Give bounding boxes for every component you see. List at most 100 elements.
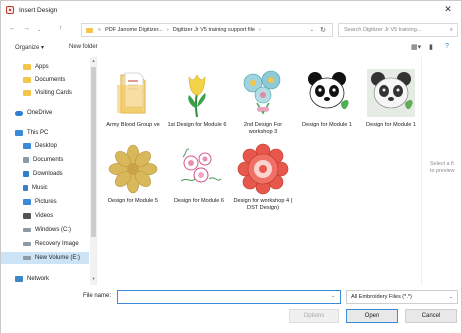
file-type-select[interactable]: All Embroidery Files (*.*) ⌄ [346, 290, 458, 304]
new-folder-button[interactable]: New folder [69, 44, 98, 50]
nav-item-label: Documents [33, 157, 64, 163]
folder-icon [86, 27, 93, 33]
file-item[interactable]: 1st Design for Module 6 [167, 67, 227, 129]
breadcrumb-item[interactable]: Digitizer Jr V5 training support file [173, 27, 255, 33]
address-dropdown-icon[interactable]: ⌄ [310, 27, 314, 33]
nav-item-this-pc[interactable]: This PC [1, 127, 89, 139]
file-type-value: All Embroidery Files (*.*) [351, 294, 412, 300]
nav-item-label: Downloads [33, 171, 63, 177]
nav-item-label: Apps [35, 64, 49, 70]
panda-design-icon [365, 67, 417, 119]
nav-item-label: Visiting Cards [35, 90, 72, 96]
preview-hint-line: Select a fi [430, 161, 454, 167]
nav-item-onedrive[interactable]: OneDrive [1, 107, 89, 119]
file-item[interactable]: Design for Module 6 [169, 143, 229, 205]
nav-scrollbar-thumb[interactable] [91, 67, 96, 237]
nav-item-recovery-image[interactable]: Recovery Image [1, 238, 89, 250]
search-icon: ⌕ [449, 26, 453, 33]
gold-flower-design-icon [107, 143, 159, 195]
scroll-up-icon[interactable]: ▲ [90, 58, 96, 66]
tulip-design-icon [171, 67, 223, 119]
file-name-input[interactable] [117, 290, 341, 304]
nav-item-visiting-cards[interactable]: Visiting Cards [1, 87, 89, 99]
close-button[interactable]: ✕ [437, 2, 459, 17]
nav-item-documents-pc[interactable]: Documents [1, 154, 89, 166]
nav-item-new-volume-e[interactable]: New Volume (E:) [1, 252, 89, 264]
file-item[interactable]: 2nd Design For workshop 3 [233, 67, 293, 136]
flower-bouquet-design-icon [237, 67, 289, 119]
up-arrow-icon[interactable]: ↑ [59, 25, 63, 32]
file-item[interactable]: Army Blood Group ve [103, 67, 163, 129]
nav-item-desktop[interactable]: Desktop [1, 140, 89, 152]
app-icon [6, 6, 14, 14]
folder-icon [23, 77, 31, 83]
help-icon[interactable]: ? [445, 43, 449, 50]
nav-item-pictures[interactable]: Pictures [1, 196, 89, 208]
title-bar: Insert Design ✕ [1, 1, 461, 19]
file-name: 2nd Design For workshop 3 [243, 122, 283, 135]
breadcrumb-overflow[interactable]: « [98, 27, 101, 33]
view-options-icon[interactable]: ▦▾ [411, 43, 421, 51]
breadcrumb-separator: › [258, 27, 261, 33]
videos-icon [23, 213, 31, 219]
search-placeholder: Search Digitizer Jr V5 training... [344, 27, 422, 33]
drive-icon [23, 256, 31, 260]
nav-item-windows-c[interactable]: Windows (C:) [1, 224, 89, 236]
file-name: Design for Module 1 [301, 122, 353, 128]
pictures-icon [23, 199, 31, 205]
panda-design-icon [301, 67, 353, 119]
cancel-button[interactable]: Cancel [405, 309, 457, 323]
file-item[interactable]: Design for Module 1 [361, 67, 421, 129]
file-name: Design for Module 6 [173, 198, 225, 204]
address-bar[interactable]: « PDF Janome Digitizer... › Digitizer Jr… [81, 23, 333, 37]
red-mandala-design-icon [237, 143, 289, 195]
refresh-icon[interactable]: ↻ [320, 26, 326, 34]
pc-icon [15, 130, 23, 136]
organize-button[interactable]: Organize ▾ [15, 44, 44, 51]
desktop-icon [23, 143, 31, 149]
file-item[interactable]: Design for Module 5 [103, 143, 163, 205]
folder-icon [23, 90, 31, 96]
download-icon [23, 171, 29, 177]
scroll-down-icon[interactable]: ▼ [90, 276, 96, 284]
nav-item-label: This PC [27, 130, 49, 136]
nav-item-label: New Volume (E:) [35, 255, 81, 261]
preview-pane-icon[interactable]: ▮ [429, 43, 433, 51]
nav-item-videos[interactable]: Videos [1, 210, 89, 222]
back-arrow-icon[interactable]: ← [9, 25, 16, 32]
nav-item-label: Network [27, 276, 50, 282]
nav-item-apps[interactable]: Apps [1, 61, 89, 73]
open-button[interactable]: Open [346, 309, 398, 323]
toolbar: Organize ▾ New folder ▦▾ ▮ ? [1, 41, 461, 56]
drive-icon [23, 228, 31, 232]
file-name-dropdown-icon[interactable]: ⌄ [331, 293, 335, 299]
file-name: 1st Design for Module 6 [167, 122, 227, 128]
file-item[interactable]: Design for workshop 4 ( DST Design) [233, 143, 293, 212]
nav-item-label: OneDrive [27, 110, 53, 116]
nav-item-network[interactable]: Network [1, 273, 89, 285]
documents-icon [23, 157, 29, 163]
nav-item-label: Documents [35, 77, 66, 83]
file-item[interactable]: Design for Module 1 [297, 67, 357, 129]
recent-dropdown-icon[interactable]: ⌄ [37, 27, 41, 33]
nav-item-music[interactable]: Music [1, 182, 89, 194]
file-name: Design for workshop 4 ( DST Design) [233, 198, 293, 211]
nav-item-label: Desktop [35, 143, 58, 149]
folder-icon [23, 64, 31, 70]
breadcrumb-item[interactable]: PDF Janome Digitizer... [105, 27, 163, 33]
insert-design-dialog: Insert Design ✕ ← → ⌄ ↑ « PDF Janome Dig… [0, 0, 462, 333]
folder-document-icon [107, 67, 159, 119]
preview-divider [421, 57, 422, 285]
music-icon [23, 185, 28, 191]
search-input[interactable]: Search Digitizer Jr V5 training... ⌕ [338, 23, 458, 37]
file-list: Army Blood Group ve 1st Design for Modul… [99, 57, 417, 285]
network-icon [15, 276, 23, 282]
nav-item-documents[interactable]: Documents [1, 74, 89, 86]
forward-arrow-icon[interactable]: → [23, 25, 30, 32]
file-name-label: File name: [83, 293, 112, 299]
nav-item-downloads[interactable]: Downloads [1, 168, 89, 180]
nav-item-label: Music [32, 185, 48, 191]
chevron-down-icon: ⌄ [448, 294, 453, 300]
nav-item-label: Pictures [35, 199, 57, 205]
options-button[interactable]: Options [289, 309, 339, 323]
